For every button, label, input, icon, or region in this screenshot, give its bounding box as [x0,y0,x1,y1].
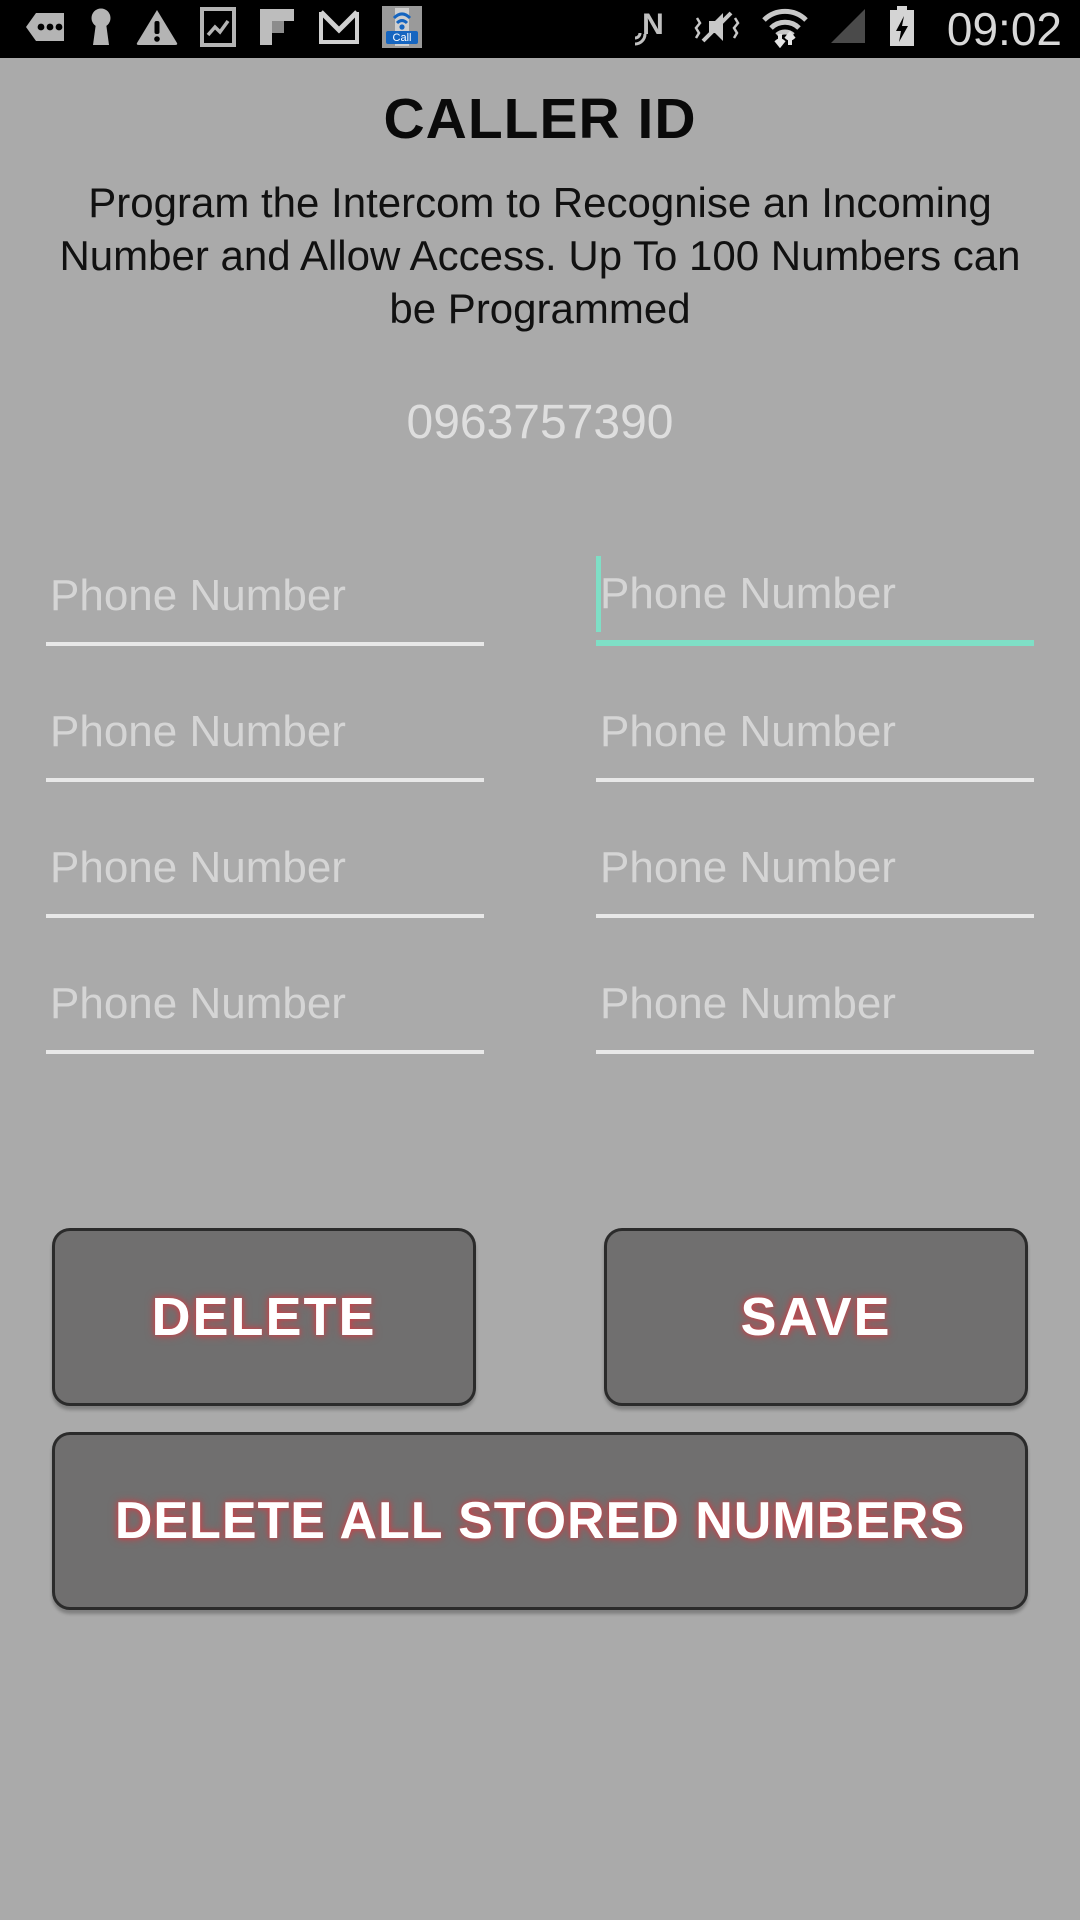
status-bar-clock: 09:02 [946,3,1062,55]
text-caret [596,556,601,632]
phone-number-placeholder: Phone Number [600,569,896,618]
phone-number-field-8[interactable]: Phone Number [596,944,1034,1080]
field-inner: Phone Number [596,686,1034,778]
phone-number-placeholder: Phone Number [50,979,346,1028]
field-underline [46,642,484,646]
field-underline [596,914,1034,918]
field-inner: Phone Number [596,822,1034,914]
keyhole-vpn-icon [88,7,114,52]
phone-number-field-3[interactable]: Phone Number [46,672,484,808]
field-inner: Phone Number [46,550,484,642]
field-underline [596,778,1034,782]
phone-number-placeholder: Phone Number [50,571,346,620]
phone-number-placeholder: Phone Number [600,979,896,1028]
gmail-icon [318,8,360,51]
phone-number-field-6[interactable]: Phone Number [596,808,1034,944]
field-inner: Phone Number [46,958,484,1050]
screenshot-image-icon [200,6,236,52]
save-button[interactable]: SAVE [604,1228,1028,1406]
svg-text:Call: Call [393,32,412,44]
status-bar-left-icons: Call [26,5,422,53]
phone-number-placeholder: Phone Number [600,843,896,892]
status-bar-right-icons: N 09:02 [631,3,1062,55]
field-inner: Phone Number [46,822,484,914]
phone-number-placeholder: Phone Number [50,707,346,756]
wifi-icon [761,6,809,53]
phone-number-grid: Phone Number Phone Number Phone Number P… [26,536,1054,1080]
more-options-icon [26,11,66,48]
main-content: CALLER ID Program the Intercom to Recogn… [0,86,1080,1610]
action-button-row: DELETE SAVE [26,1228,1054,1406]
phone-number-field-1[interactable]: Phone Number [46,536,484,672]
save-button-label: SAVE [740,1287,892,1347]
page-title: CALLER ID [383,87,697,151]
flipboard-icon [258,7,296,52]
delete-all-stored-numbers-button[interactable]: DELETE ALL STORED NUMBERS [52,1432,1028,1610]
field-underline [46,778,484,782]
delete-all-button-label: DELETE ALL STORED NUMBERS [114,1492,966,1550]
phone-number-field-7[interactable]: Phone Number [46,944,484,1080]
field-inner: Phone Number [596,548,1034,640]
status-bar: Call N 09:02 [0,0,1080,58]
field-underline [46,914,484,918]
phone-number-field-2[interactable]: Phone Number [596,536,1034,672]
phone-number-field-5[interactable]: Phone Number [46,808,484,944]
phone-number-placeholder: Phone Number [600,707,896,756]
field-underline [596,1050,1034,1054]
battery-charging-icon [887,5,917,53]
nfc-icon: N [631,6,673,53]
page-description: Program the Intercom to Recognise an Inc… [59,179,1021,332]
cellular-signal-icon [827,7,869,52]
delete-button[interactable]: DELETE [52,1228,476,1406]
field-inner: Phone Number [596,958,1034,1050]
phone-number-placeholder: Phone Number [50,843,346,892]
warning-triangle-icon [136,8,178,51]
stored-number-display: 0963757390 [406,396,674,449]
field-inner: Phone Number [46,686,484,778]
field-underline [46,1050,484,1054]
field-underline-focused [596,640,1034,646]
call-app-icon: Call [382,5,422,53]
mute-vibrate-icon [691,7,743,52]
phone-number-field-4[interactable]: Phone Number [596,672,1034,808]
delete-button-label: DELETE [151,1287,377,1347]
